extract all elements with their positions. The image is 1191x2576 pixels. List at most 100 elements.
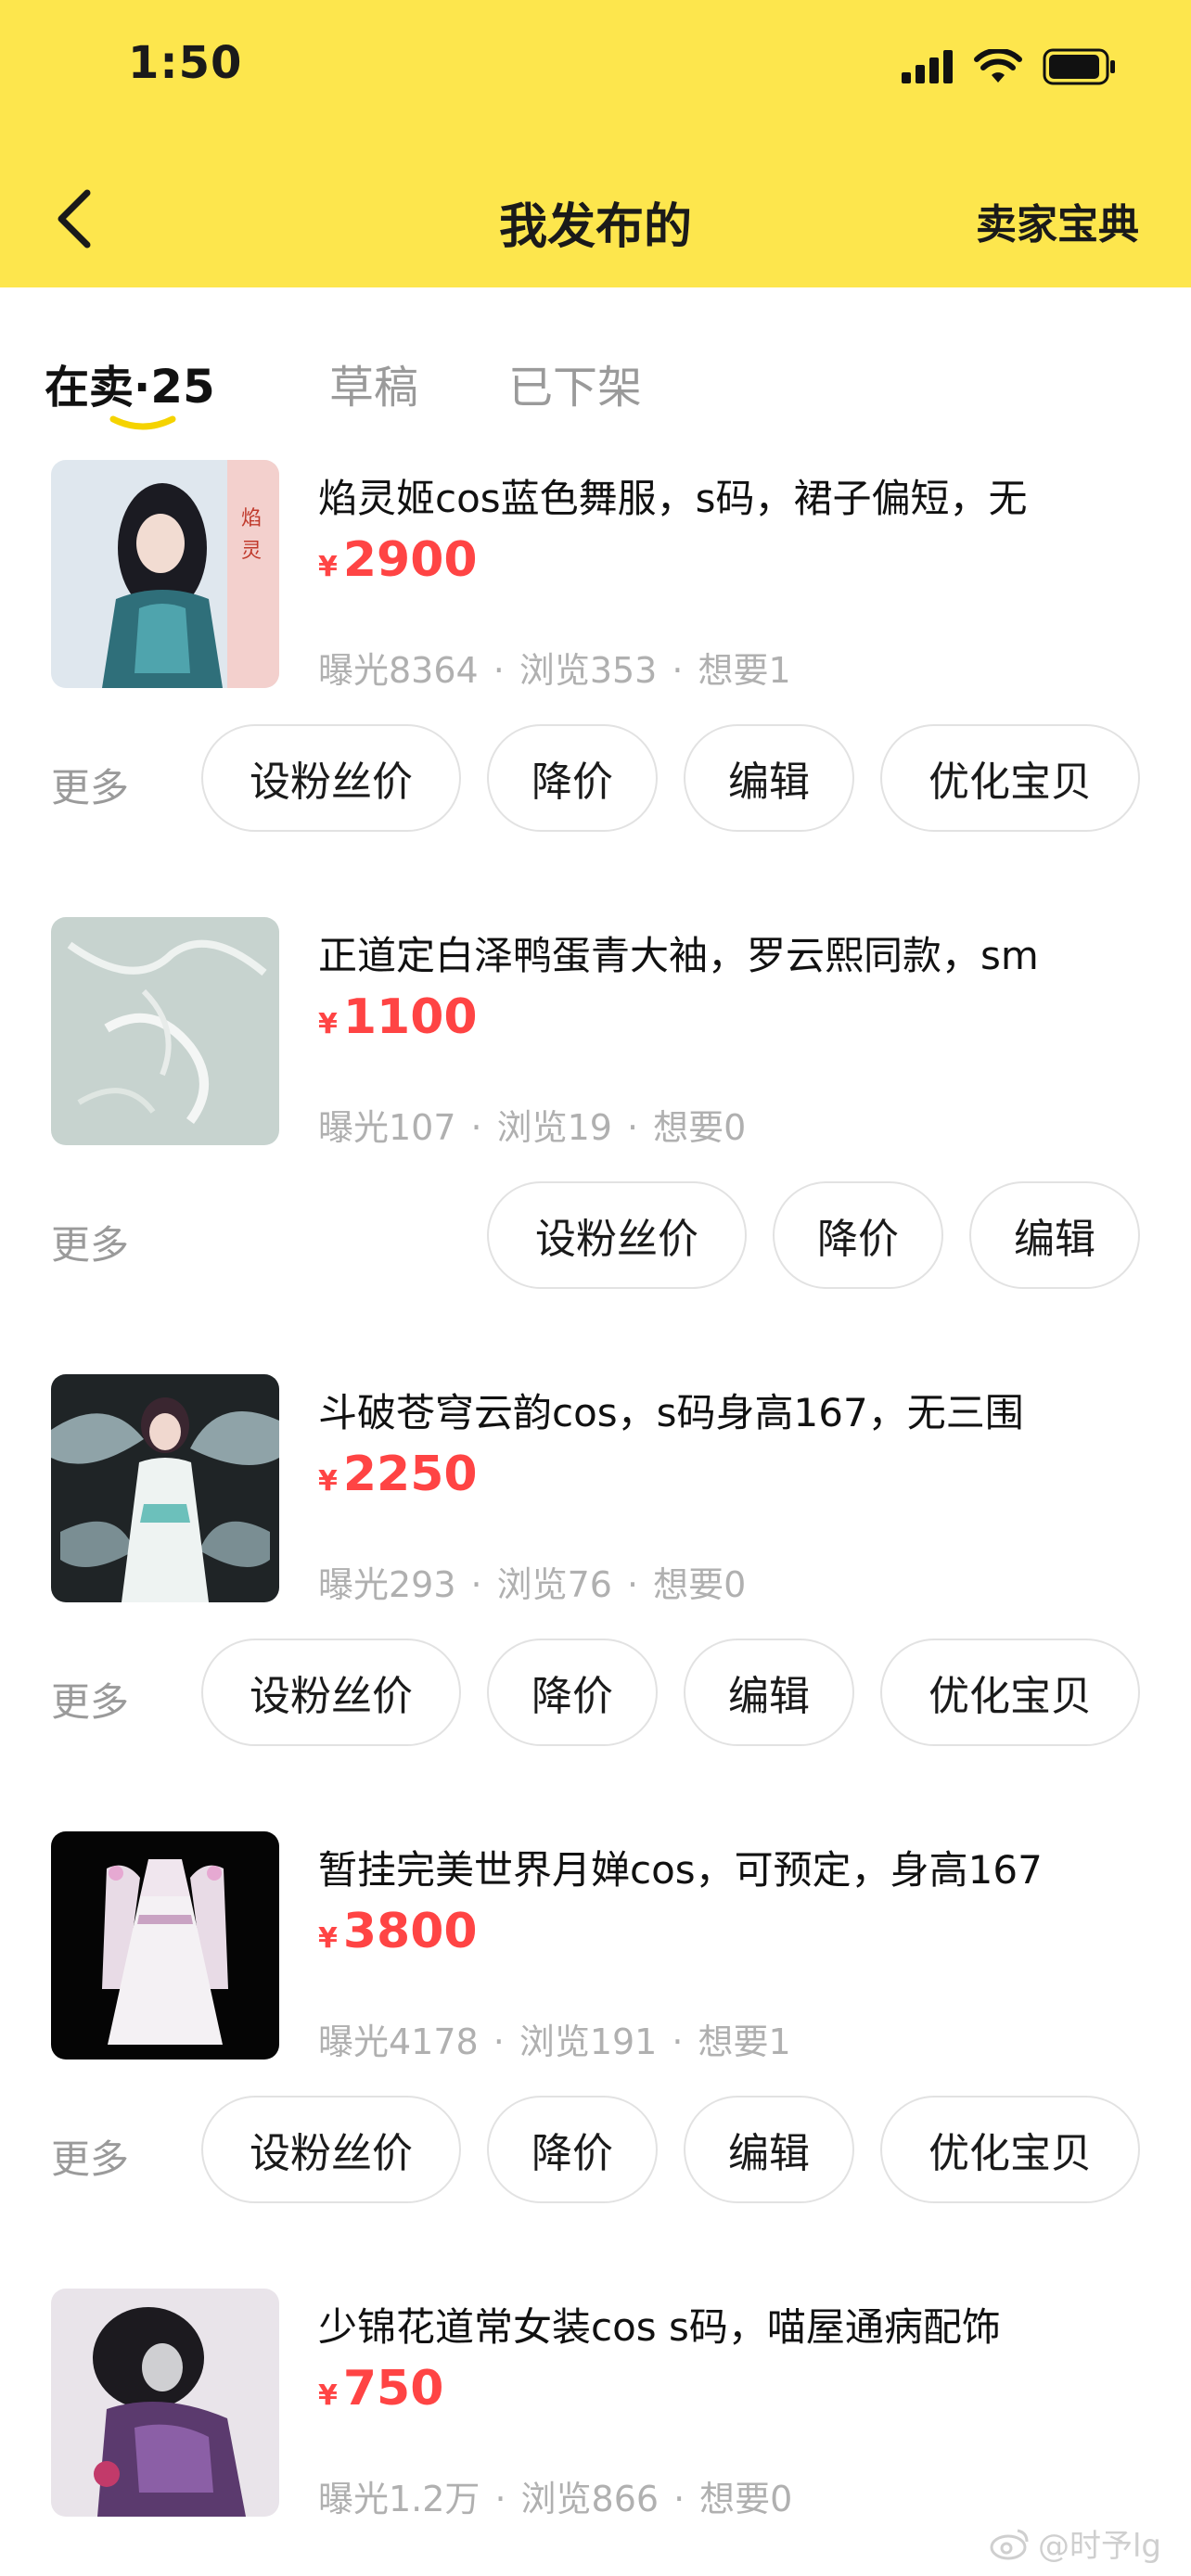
listing-title: 暂挂完美世界月婵cos，可预定，身高167: [318, 1847, 1043, 1893]
edit-button[interactable]: 编辑: [684, 2096, 854, 2203]
listing-actions: 设粉丝价 降价 编辑 优化宝贝: [201, 1639, 1140, 1746]
product-thumbnail[interactable]: [51, 1374, 279, 1602]
fans-price-button[interactable]: 设粉丝价: [201, 1639, 461, 1746]
currency-symbol: ¥: [318, 1465, 338, 1498]
optimize-button[interactable]: 优化宝贝: [880, 2096, 1140, 2203]
exposure-count: 曝光293: [318, 1564, 456, 1605]
fans-price-button[interactable]: 设粉丝价: [201, 2096, 461, 2203]
listing-actions: 设粉丝价 降价 编辑 优化宝贝: [201, 724, 1140, 832]
exposure-count: 曝光8364: [318, 650, 479, 691]
listing-price: ¥2250: [318, 1447, 478, 1502]
tab-on-sale-count: 25: [150, 360, 215, 414]
listing-price: ¥1100: [318, 989, 478, 1045]
optimize-button[interactable]: 优化宝贝: [880, 1639, 1140, 1746]
view-count: 浏览76: [496, 1564, 612, 1605]
stats-dot: ·: [470, 1107, 482, 1148]
currency-symbol: ¥: [318, 551, 338, 583]
listing-item[interactable]: 斗破苍穹云韵cos，s码身高167，无三围 ¥2250 曝光293 · 浏览76 · 想…: [0, 1374, 1191, 1831]
listing-title: 正道定白泽鸭蛋青大袖，罗云熙同款，sm: [318, 933, 1039, 978]
listing-stats: 曝光293 · 浏览76 · 想要0: [318, 1556, 746, 1607]
tab-on-sale[interactable]: 在卖·25: [45, 351, 215, 415]
listing-item[interactable]: 暂挂完美世界月婵cos，可预定，身高167 ¥3800 曝光4178 · 浏览191…: [0, 1831, 1191, 2289]
price-value: 1100: [342, 989, 478, 1045]
weibo-icon: [990, 2529, 1029, 2559]
price-value: 2250: [342, 1447, 478, 1502]
want-count: 想要1: [698, 650, 791, 691]
product-thumbnail[interactable]: [51, 2289, 279, 2517]
optimize-button[interactable]: 优化宝贝: [880, 724, 1140, 832]
listing-title: 斗破苍穹云韵cos，s码身高167，无三围: [318, 1390, 1024, 1435]
stats-dot: ·: [626, 1564, 639, 1605]
view-count: 浏览866: [520, 2479, 660, 2519]
svg-text:焰: 焰: [241, 507, 262, 530]
fans-price-button[interactable]: 设粉丝价: [201, 724, 461, 832]
status-icons: [902, 46, 1117, 87]
edit-button[interactable]: 编辑: [684, 1639, 854, 1746]
tab-separator: ·: [134, 362, 151, 414]
price-value: 3800: [342, 1904, 478, 1959]
tab-on-sale-label: 在卖: [45, 362, 134, 414]
product-photo: 焰 灵: [51, 460, 279, 688]
stats-dot: ·: [494, 2479, 506, 2519]
view-count: 浏览191: [519, 2021, 658, 2062]
edit-button[interactable]: 编辑: [684, 724, 854, 832]
currency-symbol: ¥: [318, 2379, 338, 2412]
exposure-count: 曝光1.2万: [318, 2479, 480, 2519]
stats-dot: ·: [672, 650, 684, 691]
more-button[interactable]: 更多: [51, 1214, 129, 1270]
tab-drafts[interactable]: 草稿: [329, 351, 418, 415]
listing-price: ¥2900: [318, 532, 478, 588]
stats-dot: ·: [673, 2479, 685, 2519]
stats-dot: ·: [626, 1107, 639, 1148]
product-photo: [51, 1374, 279, 1602]
want-count: 想要1: [698, 2021, 791, 2062]
stats-dot: ·: [470, 1564, 482, 1605]
more-button[interactable]: 更多: [51, 1671, 129, 1728]
listing-stats: 曝光8364 · 浏览353 · 想要1: [318, 642, 791, 693]
listing-item[interactable]: 正道定白泽鸭蛋青大袖，罗云熙同款，sm ¥1100 曝光107 · 浏览19 · 想要0…: [0, 917, 1191, 1374]
price-cut-button[interactable]: 降价: [487, 2096, 658, 2203]
stats-dot: ·: [493, 650, 505, 691]
listing-actions: 设粉丝价 降价 编辑 优化宝贝: [201, 2096, 1140, 2203]
product-thumbnail[interactable]: [51, 1831, 279, 2060]
app-header: 1:50 我发布的 卖家宝典: [0, 0, 1191, 287]
listing-actions: 设粉丝价 降价 编辑: [487, 1181, 1140, 1289]
tab-off-shelf[interactable]: 已下架: [508, 351, 642, 415]
currency-symbol: ¥: [318, 1008, 338, 1040]
want-count: 想要0: [653, 1564, 747, 1605]
tab-active-indicator: [109, 415, 176, 430]
listing-stats: 曝光107 · 浏览19 · 想要0: [318, 1099, 746, 1150]
want-count: 想要0: [653, 1107, 747, 1148]
product-photo: [51, 1831, 279, 2060]
svg-text:灵: 灵: [241, 540, 262, 563]
edit-button[interactable]: 编辑: [969, 1181, 1140, 1289]
cellular-signal-icon: [902, 50, 953, 83]
more-button[interactable]: 更多: [51, 2128, 129, 2185]
price-cut-button[interactable]: 降价: [487, 1639, 658, 1746]
price-value: 2900: [342, 532, 478, 588]
listing-price: ¥3800: [318, 1904, 478, 1959]
more-button[interactable]: 更多: [51, 757, 129, 813]
status-time: 1:50: [128, 37, 243, 89]
listing-title: 焰灵姬cos蓝色舞服，s码，裙子偏短，无: [318, 476, 1028, 521]
price-cut-button[interactable]: 降价: [773, 1181, 943, 1289]
exposure-count: 曝光107: [318, 1107, 456, 1148]
stats-dot: ·: [493, 2021, 505, 2062]
want-count: 想要0: [699, 2479, 793, 2519]
battery-icon: [1043, 48, 1115, 85]
view-count: 浏览19: [496, 1107, 612, 1148]
wifi-icon: [974, 49, 1022, 83]
fans-price-button[interactable]: 设粉丝价: [487, 1181, 747, 1289]
product-photo: [51, 2289, 279, 2517]
price-cut-button[interactable]: 降价: [487, 724, 658, 832]
listing-item[interactable]: 焰 灵 焰灵姬cos蓝色舞服，s码，裙子偏短，无 ¥2900 曝光8364 · 浏览…: [0, 460, 1191, 917]
watermark: @时予lg: [990, 2520, 1161, 2566]
product-thumbnail[interactable]: [51, 917, 279, 1145]
view-count: 浏览353: [519, 650, 658, 691]
product-photo: [51, 917, 279, 1145]
tab-bar: 在卖·25 草稿 已下架: [0, 287, 1191, 464]
currency-symbol: ¥: [318, 1922, 338, 1955]
seller-guide-link[interactable]: 卖家宝典: [976, 191, 1139, 250]
stats-dot: ·: [672, 2021, 684, 2062]
product-thumbnail[interactable]: 焰 灵: [51, 460, 279, 688]
